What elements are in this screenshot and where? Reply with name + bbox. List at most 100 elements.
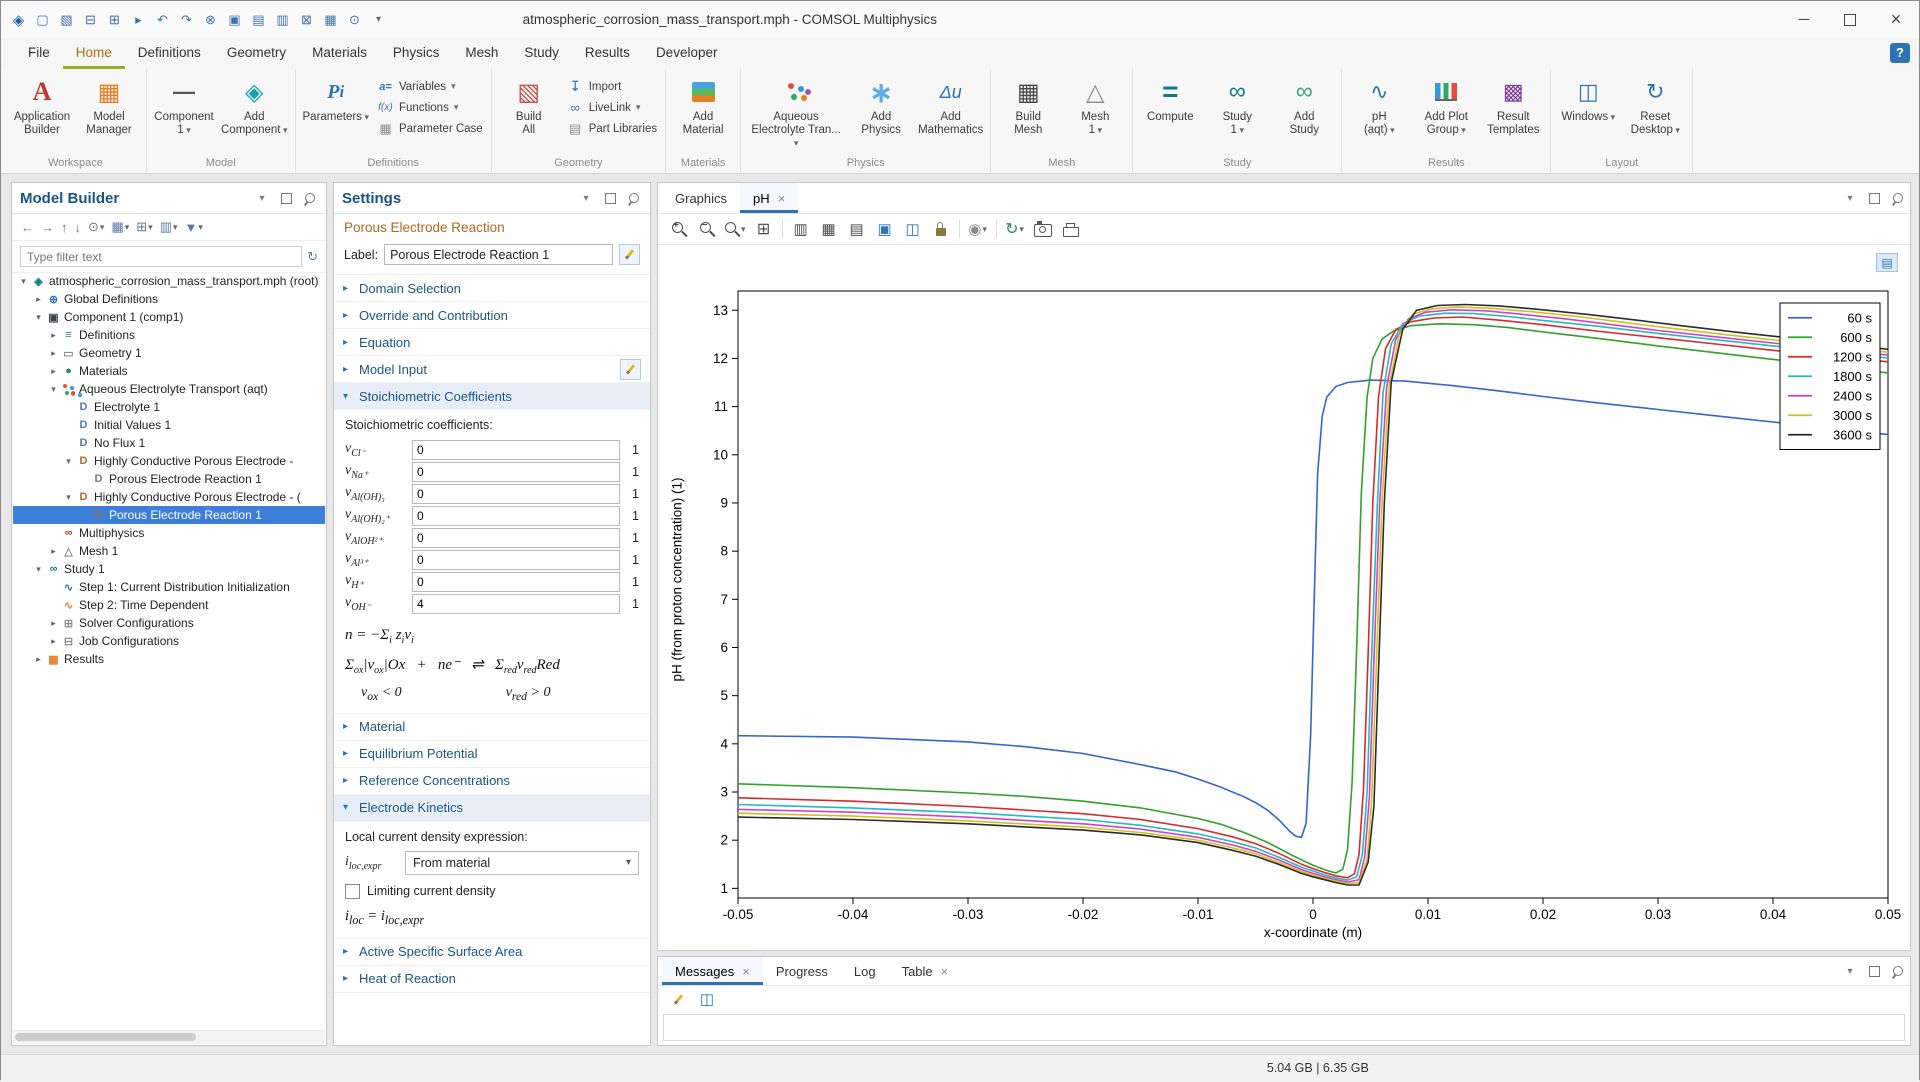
stoich-input-5[interactable] xyxy=(412,550,620,570)
section-domain-selection[interactable]: ▸Domain Selection xyxy=(334,275,650,302)
tree-item-porous-electrode-reaction-1[interactable]: DPorous Electrode Reaction 1 xyxy=(13,506,325,524)
table-icon[interactable]: ▦ xyxy=(319,8,342,31)
plot-select-icon[interactable]: ◫ xyxy=(903,219,923,239)
ribbon-button-parameter-case[interactable]: ▦Parameter Case xyxy=(373,119,487,138)
more-caret-icon[interactable]: ▾ xyxy=(367,8,390,31)
tree-item-component-1-comp1[interactable]: ▾▣Component 1 (comp1) xyxy=(13,308,325,326)
section-material[interactable]: ▸Material xyxy=(334,714,650,741)
tree-item-porous-electrode-reaction-1[interactable]: DPorous Electrode Reaction 1 xyxy=(13,470,325,488)
section-stoichiometric-coefficients[interactable]: ▾Stoichiometric Coefficients xyxy=(334,383,650,410)
graphics-tab-graphics[interactable]: Graphics xyxy=(662,183,740,213)
back-icon[interactable]: ← xyxy=(21,220,34,235)
section-active-specific-surface-area[interactable]: ▸Active Specific Surface Area xyxy=(334,939,650,966)
expand-arrow-icon[interactable]: ▸ xyxy=(47,366,60,377)
ribbon-button-parameters[interactable]: PiParameters ▾ xyxy=(300,71,372,153)
ribbon-button-add-mathematics[interactable]: ΔuAdd Mathematics xyxy=(915,71,986,153)
ribbon-button-component-1[interactable]: —Component 1 ▾ xyxy=(151,71,217,153)
panel-menu-icon[interactable]: ▾ xyxy=(1842,963,1858,979)
section-reference-concentrations[interactable]: ▸Reference Concentrations xyxy=(334,768,650,795)
ribbon-button-import[interactable]: ↧Import xyxy=(563,77,661,96)
expand-arrow-icon[interactable]: ▸ xyxy=(32,654,45,665)
tree-item-materials[interactable]: ▸●Materials xyxy=(13,362,325,380)
ribbon-button-aqueous-electrolyte-tran[interactable]: Aqueous Electrolyte Tran... ▾ xyxy=(745,71,847,153)
expand-arrow-icon[interactable]: ▸ xyxy=(32,294,45,305)
clear-log-icon[interactable] xyxy=(668,989,688,1009)
tree-item-mesh-1[interactable]: ▸△Mesh 1 xyxy=(13,542,325,560)
close-tab-icon[interactable]: × xyxy=(742,964,750,979)
tree-item-global-definitions[interactable]: ▸⊕Global Definitions xyxy=(13,290,325,308)
label-input[interactable] xyxy=(384,244,613,265)
refresh-icon[interactable]: ↻▾ xyxy=(1005,219,1025,239)
expand-arrow-icon[interactable]: ▸ xyxy=(47,348,60,359)
collapse-arrow-icon[interactable]: ▾ xyxy=(62,492,75,503)
columns-icon[interactable]: ▥▾ xyxy=(160,219,178,235)
tree-item-results[interactable]: ▸▦Results xyxy=(13,650,325,668)
panel-menu-icon[interactable]: ▾ xyxy=(1842,190,1858,206)
tree-item-geometry-1[interactable]: ▸▭Geometry 1 xyxy=(13,344,325,362)
ribbon-button-ph-aqt[interactable]: ∿pH (aqt) ▾ xyxy=(1346,71,1412,153)
move-up-icon[interactable]: ↑ xyxy=(61,220,68,235)
minimize-button[interactable]: ─ xyxy=(1781,1,1827,38)
ribbon-button-livelink[interactable]: ∞LiveLink▾ xyxy=(563,98,661,117)
menu-tab-physics[interactable]: Physics xyxy=(380,38,453,69)
stoich-input-3[interactable] xyxy=(412,506,620,526)
section-model-input[interactable]: ▸Model Input xyxy=(334,356,650,383)
appearance-icon[interactable]: ◉▾ xyxy=(968,219,988,239)
section-heat-of-reaction[interactable]: ▸Heat of Reaction xyxy=(334,966,650,993)
section-equilibrium-potential[interactable]: ▸Equilibrium Potential xyxy=(334,741,650,768)
axis-limits-icon[interactable]: ▥ xyxy=(791,219,811,239)
ribbon-button-part-libraries[interactable]: ▤Part Libraries xyxy=(563,119,661,138)
float-panel-icon[interactable] xyxy=(1866,963,1882,979)
save-as-icon[interactable]: ⊞ xyxy=(103,8,126,31)
ribbon-button-add-study[interactable]: ∞Add Study xyxy=(1271,71,1337,153)
limiting-current-checkbox[interactable] xyxy=(345,884,360,899)
help-button[interactable]: ? xyxy=(1890,43,1910,63)
collapse-arrow-icon[interactable]: ▾ xyxy=(17,276,30,287)
filter-icon[interactable]: ▼▾ xyxy=(185,220,203,235)
plot-window-icon[interactable]: ▣ xyxy=(875,219,895,239)
tree-item-initial-values-1[interactable]: DInitial Values 1 xyxy=(13,416,325,434)
ribbon-button-study-1[interactable]: ∞Study 1 ▾ xyxy=(1204,71,1270,153)
section-equation[interactable]: ▸Equation xyxy=(334,329,650,356)
save-icon[interactable]: ⊟ xyxy=(79,8,102,31)
menu-tab-file[interactable]: File xyxy=(15,38,63,69)
dock-tab-progress[interactable]: Progress xyxy=(763,957,841,985)
ribbon-button-result-templates[interactable]: ▩Result Templates xyxy=(1480,71,1546,153)
horizontal-scrollbar[interactable] xyxy=(13,1030,325,1044)
forward-icon[interactable]: → xyxy=(41,220,54,235)
ribbon-button-functions[interactable]: f(x)Functions▾ xyxy=(373,98,487,117)
open-file-icon[interactable]: ▧ xyxy=(55,8,78,31)
expand-arrow-icon[interactable]: ▸ xyxy=(47,330,60,341)
menu-tab-geometry[interactable]: Geometry xyxy=(214,38,299,69)
close-tab-icon[interactable]: × xyxy=(941,964,949,979)
expand-arrow-icon[interactable]: ▸ xyxy=(47,636,60,647)
model-input-edit-icon[interactable] xyxy=(620,359,641,380)
menu-tab-study[interactable]: Study xyxy=(511,38,572,69)
tree-item-no-flux-1[interactable]: DNo Flux 1 xyxy=(13,434,325,452)
search-icon[interactable]: ⊙ xyxy=(343,8,366,31)
collapse-arrow-icon[interactable]: ▾ xyxy=(32,564,45,575)
delete-icon[interactable]: ⊠ xyxy=(295,8,318,31)
ribbon-button-variables[interactable]: a=Variables▾ xyxy=(373,77,487,96)
tree-item-definitions[interactable]: ▸≡Definitions xyxy=(13,326,325,344)
ribbon-button-add-physics[interactable]: ∗Add Physics xyxy=(848,71,914,153)
pin-panel-icon[interactable] xyxy=(1890,190,1906,206)
float-panel-icon[interactable] xyxy=(1866,190,1882,206)
maximize-button[interactable] xyxy=(1827,1,1873,38)
pin-panel-icon[interactable] xyxy=(1890,963,1906,979)
panel-menu-icon[interactable]: ▾ xyxy=(578,190,594,206)
stoich-input-2[interactable] xyxy=(412,484,620,504)
zoom-extents-icon[interactable]: ⊞ xyxy=(754,219,774,239)
dock-tab-table[interactable]: Table× xyxy=(889,957,962,985)
panel-menu-icon[interactable]: ▾ xyxy=(254,190,270,206)
stoich-input-7[interactable] xyxy=(412,594,620,614)
redo-icon[interactable]: ↷ xyxy=(175,8,198,31)
copy-icon[interactable]: ▣ xyxy=(223,8,246,31)
zoom-in-icon[interactable] xyxy=(669,219,689,239)
collapse-arrow-icon[interactable]: ▾ xyxy=(62,456,75,467)
show-icon[interactable]: ⊙▾ xyxy=(88,219,104,235)
tree-item-step-2-time-dependent[interactable]: ∿Step 2: Time Dependent xyxy=(13,596,325,614)
section-override-and-contribution[interactable]: ▸Override and Contribution xyxy=(334,302,650,329)
stoich-input-0[interactable] xyxy=(412,440,620,460)
legend-toggle-icon[interactable]: ▤ xyxy=(847,219,867,239)
